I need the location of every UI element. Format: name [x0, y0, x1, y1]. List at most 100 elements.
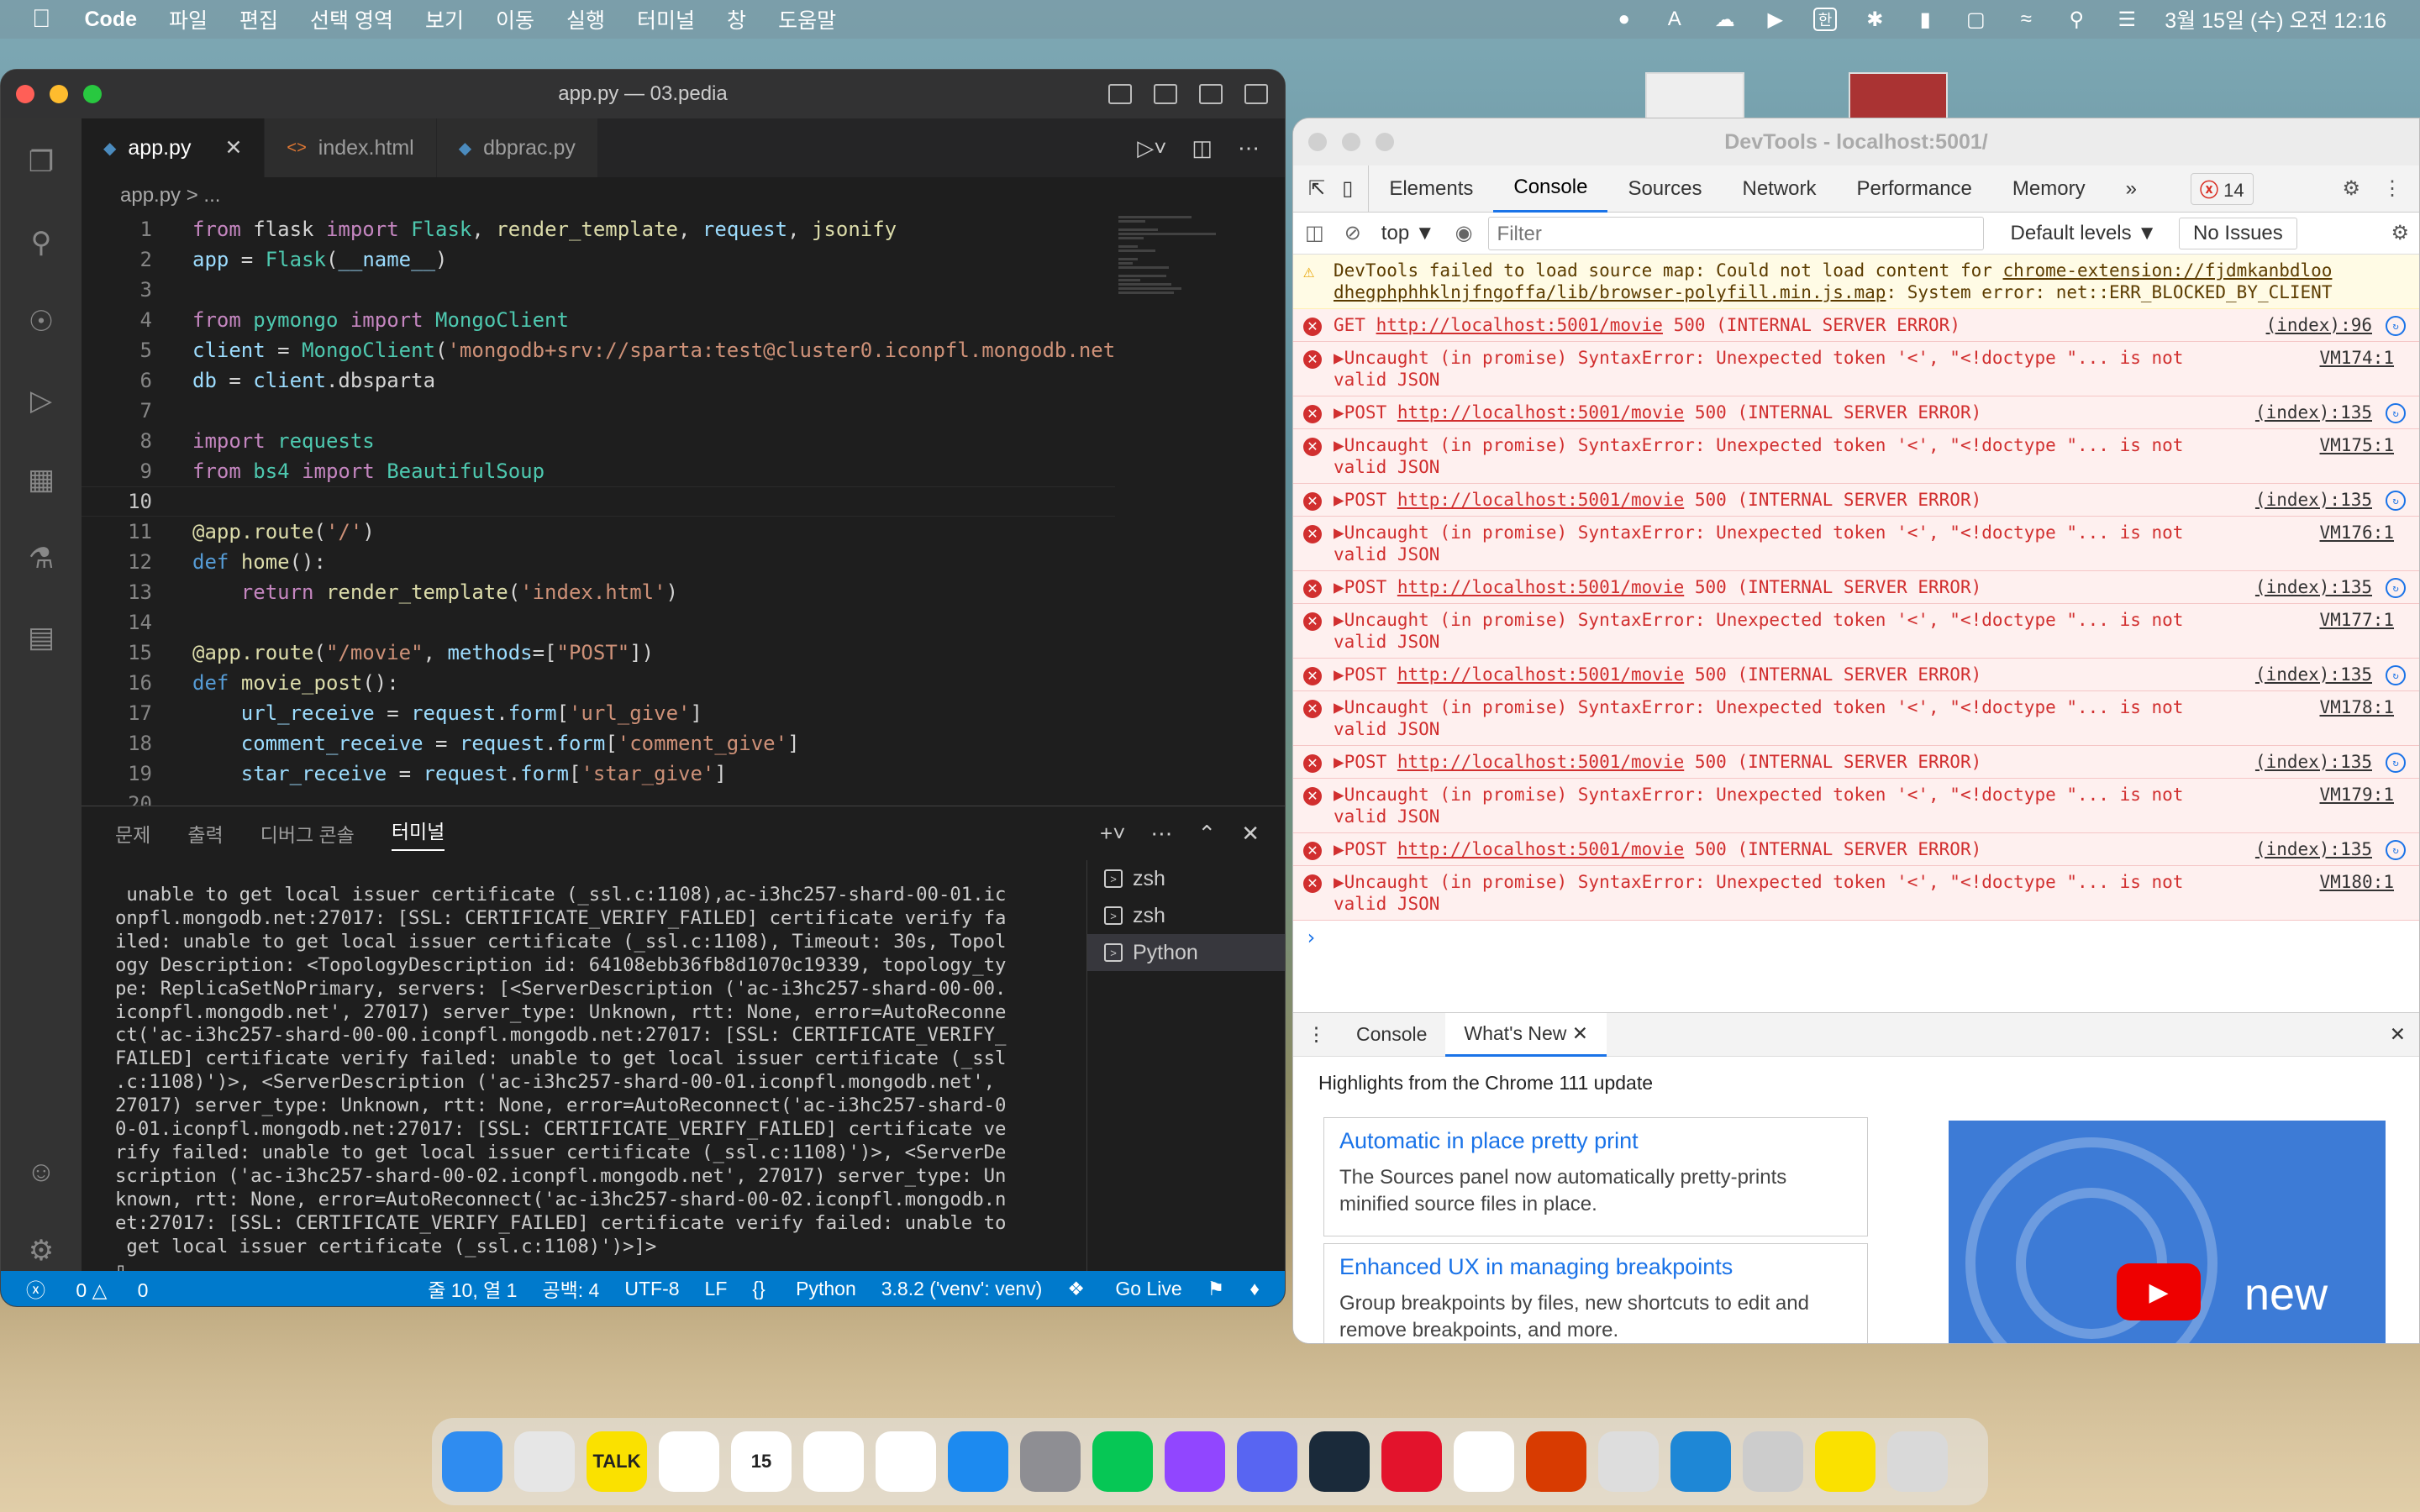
tab-terminal[interactable]: 터미널 — [391, 816, 445, 851]
menu-view[interactable]: 보기 — [425, 4, 464, 34]
code-line[interactable]: 17 url_receive = request.form['url_give'… — [82, 698, 1115, 728]
source-link[interactable]: (index):135 — [2255, 402, 2372, 423]
red-app-icon[interactable] — [1381, 1431, 1442, 1492]
show-sidebar-icon[interactable]: ◫ — [1305, 221, 1324, 245]
source-link[interactable]: VM179:1 — [2319, 784, 2394, 806]
menu-terminal[interactable]: 터미널 — [637, 4, 695, 34]
menu-clock[interactable]: 3월 15일 (수) 오전 12:16 — [2165, 4, 2386, 34]
network-request-icon[interactable]: ↻ — [2386, 491, 2406, 511]
source-link[interactable]: VM177:1 — [2319, 609, 2394, 631]
system-settings-icon[interactable] — [1020, 1431, 1081, 1492]
terminal-item-zsh[interactable]: > zsh — [1087, 860, 1285, 897]
accounts-icon[interactable]: ☺ — [23, 1153, 60, 1190]
request-url-link[interactable]: http://localhost:5001/movie — [1397, 577, 1684, 597]
close-drawer-icon[interactable]: ✕ — [2390, 1023, 2406, 1046]
source-link[interactable]: VM180:1 — [2319, 871, 2394, 893]
code-line[interactable]: 5 client = MongoClient('mongodb+srv://spa… — [82, 335, 1115, 365]
app-store-icon[interactable] — [948, 1431, 1008, 1492]
cursor-position[interactable]: 줄 10, 열 1 — [428, 1274, 517, 1303]
chrome-icon[interactable] — [659, 1431, 719, 1492]
network-request-icon[interactable]: ↻ — [2386, 665, 2406, 685]
source-link[interactable]: VM175:1 — [2319, 434, 2394, 456]
code-line[interactable]: 16 def movie_post(): — [82, 668, 1115, 698]
device-toolbar-icon[interactable]: ▯ — [1335, 165, 1370, 213]
code-line[interactable]: 1 from flask import Flask, render_templat… — [82, 214, 1115, 244]
indentation[interactable]: 공백: 4 — [542, 1274, 599, 1303]
python-interpreter[interactable]: 3.8.2 ('venv': venv) — [881, 1278, 1043, 1300]
weather-icon[interactable]: ☁ — [1712, 7, 1738, 32]
go-live-button[interactable]: ❖ Go Live — [1067, 1278, 1181, 1300]
context-selector[interactable]: top ▼ — [1381, 222, 1435, 245]
source-map-link[interactable]: dhegphphhklnjfngoffa/lib/browser-polyfil… — [1334, 282, 1886, 302]
trash-icon[interactable] — [1887, 1431, 1948, 1492]
language-mode[interactable]: {} Python — [752, 1278, 855, 1300]
minimap[interactable] — [1118, 214, 1244, 399]
explorer-icon[interactable]: ❐ — [23, 144, 60, 181]
network-request-icon[interactable]: ↻ — [2386, 403, 2406, 423]
source-link[interactable]: (index):135 — [2255, 838, 2372, 860]
tab-dbprac-py[interactable]: ◆ dbprac.py — [436, 118, 598, 177]
close-panel-icon[interactable]: ✕ — [1241, 821, 1260, 847]
freeform-icon[interactable] — [876, 1431, 936, 1492]
code-line[interactable]: 3 — [82, 275, 1115, 305]
preview-icon[interactable] — [1743, 1431, 1803, 1492]
tab-output[interactable]: 출력 — [187, 819, 223, 848]
wifi-icon[interactable]: ≈ — [2013, 7, 2039, 32]
control-center-icon[interactable]: ☰ — [2114, 7, 2139, 32]
menu-go[interactable]: 이동 — [496, 4, 534, 34]
manage-gear-icon[interactable]: ⚙ — [23, 1232, 60, 1269]
drawer-tab-console[interactable]: Console — [1338, 1013, 1445, 1057]
bluetooth-icon[interactable]: ✱ — [1862, 7, 1887, 32]
more-actions-icon[interactable]: ⋯ — [1150, 821, 1172, 847]
code-line[interactable]: 10 — [82, 486, 1115, 517]
feature-card[interactable]: Automatic in place pretty print The Sour… — [1323, 1117, 1868, 1236]
chat-icon[interactable]: ● — [1612, 7, 1637, 32]
more-options-icon[interactable]: ⋮ — [2382, 176, 2402, 201]
toggle-secondary-sidebar-icon[interactable] — [1199, 84, 1223, 104]
network-request-icon[interactable]: ↻ — [2386, 840, 2406, 860]
source-link[interactable]: VM178:1 — [2319, 696, 2394, 718]
close-window-button[interactable] — [16, 85, 34, 103]
source-link[interactable]: VM176:1 — [2319, 522, 2394, 543]
network-request-icon[interactable]: ↻ — [2386, 316, 2406, 336]
league-icon[interactable] — [1309, 1431, 1370, 1492]
toggle-sidebar-icon[interactable] — [1108, 84, 1132, 104]
inspect-element-icon[interactable]: ⇱ — [1293, 165, 1335, 213]
request-url-link[interactable]: http://localhost:5001/movie — [1397, 490, 1684, 510]
code-line[interactable]: 19 star_receive = request.form['star_giv… — [82, 759, 1115, 789]
text-input-icon[interactable]: A — [1662, 7, 1687, 32]
console-network-error[interactable]: ✕ ▶POST http://localhost:5001/movie 500 (… — [1293, 484, 2419, 517]
request-url-link[interactable]: http://localhost:5001/movie — [1397, 839, 1684, 859]
notifications-bell-icon[interactable]: ♦ — [1249, 1278, 1260, 1300]
tab-debug-console[interactable]: 디버그 콘솔 — [260, 819, 355, 848]
twitch-icon[interactable] — [1165, 1431, 1225, 1492]
request-url-link[interactable]: http://localhost:5001/movie — [1397, 402, 1684, 423]
console-settings-gear-icon[interactable]: ⚙ — [2391, 221, 2409, 245]
minimize-window-button[interactable] — [50, 85, 68, 103]
network-request-icon[interactable]: ↻ — [2386, 578, 2406, 598]
zoom-window-button[interactable] — [83, 85, 102, 103]
console-js-error[interactable]: ✕ ▶Uncaught (in promise) SyntaxError: Une… — [1293, 604, 2419, 659]
source-link[interactable]: (index):135 — [2255, 489, 2372, 511]
problems-indicator[interactable]: ⓧ 0 △ 0 — [26, 1274, 148, 1303]
tab-console[interactable]: Console — [1493, 165, 1608, 213]
terminal-item-python[interactable]: > Python — [1087, 934, 1285, 971]
code-editor[interactable]: 1 from flask import Flask, render_templat… — [82, 214, 1115, 806]
source-link[interactable]: (index):135 — [2255, 751, 2372, 773]
more-actions-icon[interactable]: ⋯ — [1238, 135, 1260, 161]
launchpad-icon[interactable] — [514, 1431, 575, 1492]
console-network-error[interactable]: ✕ ▶POST http://localhost:5001/movie 500 (… — [1293, 833, 2419, 866]
source-link[interactable]: VM174:1 — [2319, 347, 2394, 369]
source-map-link[interactable]: chrome-extension://fjdmkanbdloo — [2003, 260, 2333, 281]
feedback-icon[interactable]: ⚑ — [1207, 1278, 1225, 1300]
code-line[interactable]: 15 @app.route("/movie", methods=["POST"]) — [82, 638, 1115, 668]
console-network-error[interactable]: ✕ ▶POST http://localhost:5001/movie 500 (… — [1293, 746, 2419, 779]
new-terminal-icon[interactable]: +˅ — [1100, 821, 1125, 847]
issues-button[interactable]: No Issues — [2179, 217, 2297, 249]
code-line[interactable]: 11 @app.route('/') — [82, 517, 1115, 547]
finder-icon[interactable] — [442, 1431, 502, 1492]
console-network-error[interactable]: ✕ GET http://localhost:5001/movie 500 (IN… — [1293, 309, 2419, 342]
notes-icon[interactable] — [803, 1431, 864, 1492]
feature-card[interactable]: Enhanced UX in managing breakpoints Grou… — [1323, 1243, 1868, 1343]
youtube-play-icon[interactable]: ▶ — [2117, 1263, 2201, 1320]
